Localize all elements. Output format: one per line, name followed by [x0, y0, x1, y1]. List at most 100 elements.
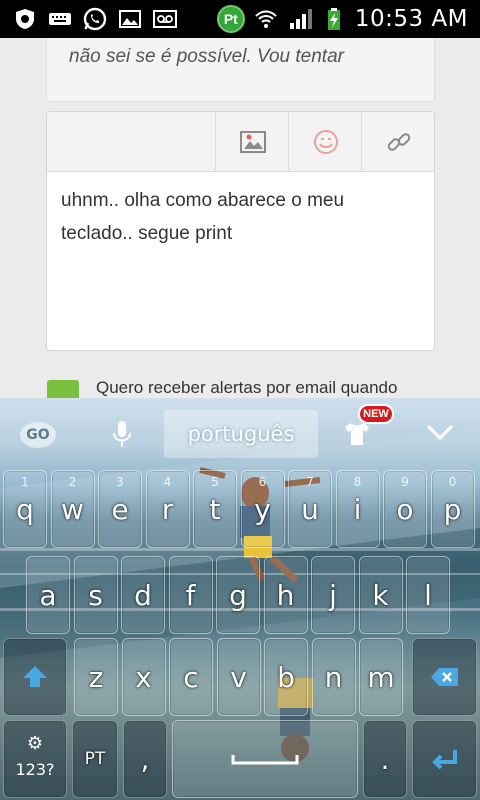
reply-editor[interactable]: uhnm.. olha como abarece o meu teclado..…	[46, 111, 435, 351]
backspace-key[interactable]	[412, 638, 477, 716]
battery-charging-icon	[321, 7, 347, 31]
editor-toolbar	[47, 112, 434, 172]
key-label: p	[443, 492, 462, 526]
reply-text-area[interactable]: uhnm.. olha como abarece o meu teclado..…	[61, 184, 421, 250]
key-r[interactable]: 4r	[145, 470, 190, 548]
symbols-settings-key[interactable]: ⚙ 123?	[3, 720, 67, 798]
quoted-message: não sei se é possível. Vou tentar	[46, 38, 435, 102]
key-u[interactable]: 7u	[288, 470, 332, 548]
key-label: j	[329, 578, 337, 612]
signal-icon	[287, 7, 313, 31]
key-label: r	[161, 492, 174, 526]
forum-content: não sei se é possível. Vou tentar uhnm..…	[0, 38, 480, 406]
keyboard-icon	[47, 7, 73, 31]
theme-shirt-icon[interactable]	[340, 420, 374, 448]
key-label: o	[396, 492, 414, 526]
reply-line: uhnm.. olha como abarece o meu	[61, 190, 345, 211]
key-label: g	[229, 578, 247, 612]
key-k[interactable]: k	[358, 556, 403, 634]
status-bar: Pt 10:53 AM	[0, 0, 480, 38]
language-selector[interactable]: português	[164, 410, 318, 458]
screen: Pt 10:53 AM não sei se é possível. Vou t…	[0, 0, 480, 800]
key-secondary-label: 9	[401, 475, 409, 489]
key-label: x	[135, 660, 152, 694]
key-label: c	[183, 660, 199, 694]
key-e[interactable]: 3e	[98, 470, 142, 548]
comma-key[interactable]: ,	[123, 720, 167, 798]
symbols-key-label: 123?	[15, 760, 55, 779]
period-key[interactable]: .	[363, 720, 407, 798]
key-g[interactable]: g	[216, 556, 260, 634]
gallery-icon	[117, 7, 143, 31]
key-label: f	[185, 578, 196, 612]
image-icon	[239, 131, 266, 153]
key-h[interactable]: h	[263, 556, 308, 634]
shield-icon	[12, 7, 38, 31]
key-y[interactable]: 6y	[240, 470, 285, 548]
key-secondary-label: 4	[163, 475, 172, 489]
insert-emoji-button[interactable]	[288, 112, 362, 172]
keyboard-top-bar: GO português NEW	[0, 398, 480, 462]
key-secondary-label: 2	[68, 475, 77, 489]
wifi-icon	[253, 7, 279, 31]
language-switch-label: PT	[84, 749, 106, 769]
key-label: m	[367, 660, 395, 694]
key-b[interactable]: b	[264, 638, 308, 716]
space-bar-icon	[231, 755, 299, 765]
key-label: v	[230, 660, 247, 694]
link-icon	[387, 133, 410, 151]
key-w[interactable]: 2w	[50, 470, 95, 548]
key-j[interactable]: j	[311, 556, 355, 634]
key-secondary-label: 6	[258, 475, 267, 489]
microphone-icon[interactable]	[108, 418, 136, 450]
key-label: s	[88, 578, 103, 612]
email-alert-label: Quero receber alertas por email quando	[96, 378, 398, 397]
space-key[interactable]	[172, 720, 358, 798]
key-label: b	[277, 660, 295, 694]
shift-key[interactable]	[3, 638, 67, 716]
key-l[interactable]: l	[406, 556, 450, 634]
hide-keyboard-chevron-icon[interactable]	[424, 420, 456, 444]
key-a[interactable]: a	[26, 556, 70, 634]
key-d[interactable]: d	[121, 556, 165, 634]
key-p[interactable]: 0p	[430, 470, 475, 548]
key-label: e	[111, 492, 129, 526]
period-label: .	[380, 742, 390, 776]
new-badge: NEW	[358, 404, 394, 424]
key-label: h	[276, 578, 295, 612]
key-f[interactable]: f	[168, 556, 213, 634]
key-secondary-label: 0	[448, 475, 457, 489]
key-v[interactable]: v	[216, 638, 261, 716]
language-switch-key[interactable]: PT	[72, 720, 118, 798]
key-label: t	[209, 492, 221, 526]
key-s[interactable]: s	[73, 556, 118, 634]
key-x[interactable]: x	[121, 638, 166, 716]
key-t[interactable]: 5t	[193, 470, 237, 548]
key-c[interactable]: c	[169, 638, 213, 716]
key-label: k	[372, 578, 389, 612]
insert-link-button[interactable]	[361, 112, 434, 172]
key-n[interactable]: n	[311, 638, 356, 716]
comma-label: ,	[140, 742, 150, 776]
key-label: y	[254, 492, 271, 526]
key-label: w	[61, 492, 84, 526]
key-label: q	[16, 492, 34, 526]
go-menu-button[interactable]: GO	[20, 422, 56, 448]
key-secondary-label: 8	[353, 475, 362, 489]
key-label: i	[353, 492, 362, 526]
key-label: l	[424, 578, 432, 612]
reply-line: teclado.. segue print	[61, 223, 233, 244]
key-secondary-label: 7	[306, 475, 314, 489]
voicemail-icon	[152, 7, 178, 31]
key-m[interactable]: m	[359, 638, 403, 716]
key-q[interactable]: 1q	[3, 470, 47, 548]
enter-key[interactable]	[412, 720, 477, 798]
backspace-icon	[430, 668, 458, 686]
key-secondary-label: 1	[21, 475, 29, 489]
key-secondary-label: 5	[211, 475, 219, 489]
key-z[interactable]: z	[74, 638, 118, 716]
key-i[interactable]: 8i	[335, 470, 380, 548]
clock-time: 10:53 AM	[354, 6, 468, 32]
key-o[interactable]: 9o	[383, 470, 427, 548]
insert-image-button[interactable]	[215, 112, 289, 172]
